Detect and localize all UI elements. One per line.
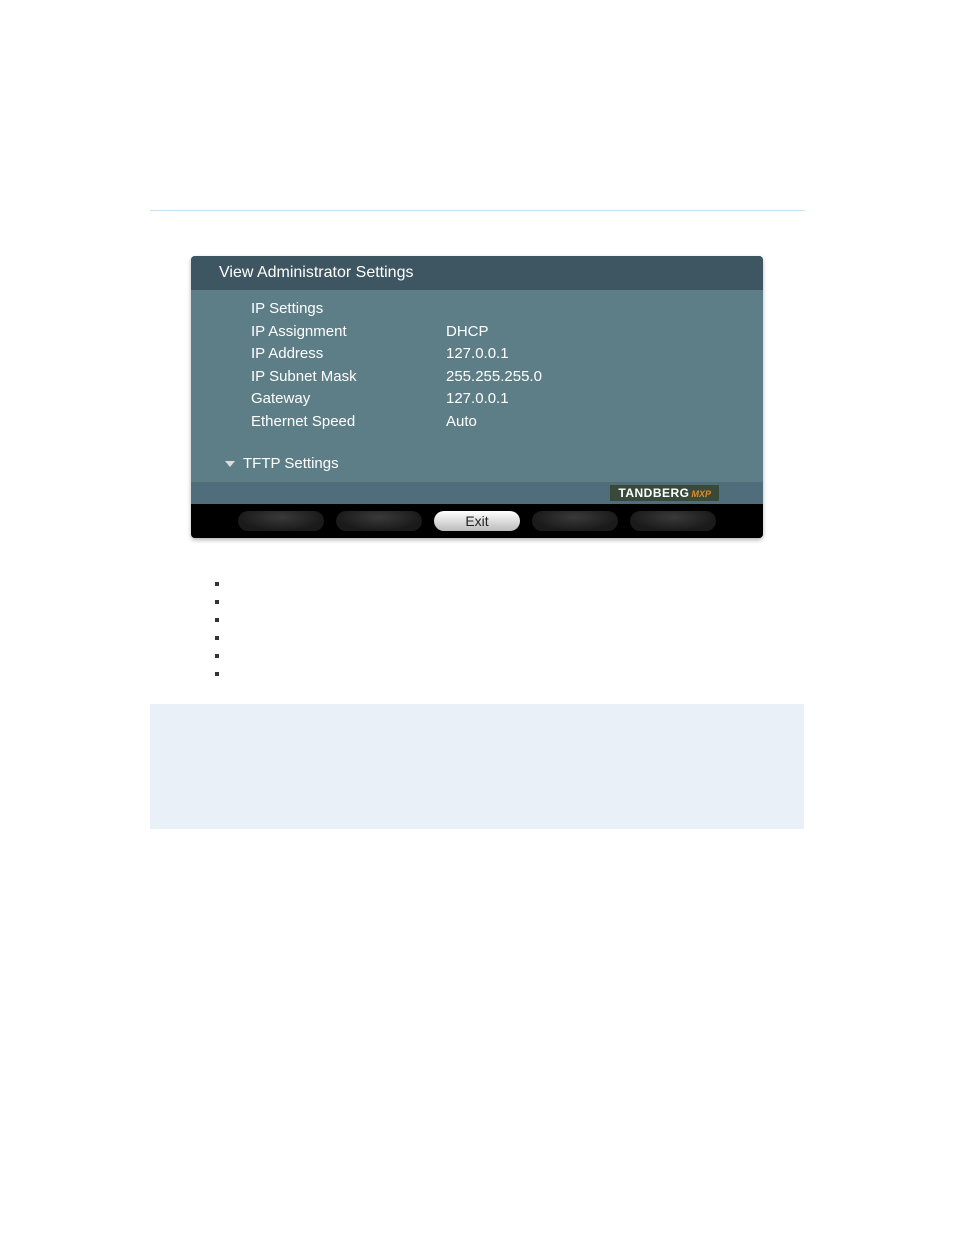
list-item <box>231 576 763 594</box>
setting-value: 127.0.0.1 <box>446 388 735 411</box>
setting-row: IP Assignment DHCP <box>251 321 735 344</box>
exit-button[interactable]: Exit <box>434 511 520 531</box>
settings-panel: View Administrator Settings IP Settings … <box>191 256 763 538</box>
list-item <box>231 612 763 630</box>
brand-main: TANDBERG <box>618 486 689 500</box>
setting-row: IP Address 127.0.0.1 <box>251 343 735 366</box>
empty-button[interactable] <box>238 511 324 531</box>
setting-value: 127.0.0.1 <box>446 343 735 366</box>
list-item <box>231 648 763 666</box>
collapse-label: TFTP Settings <box>243 455 339 472</box>
setting-label: IP Assignment <box>251 321 446 344</box>
button-strip: Exit <box>191 504 763 538</box>
divider <box>150 210 805 211</box>
settings-body: IP Settings IP Assignment DHCP IP Addres… <box>191 290 763 447</box>
setting-value: 255.255.255.0 <box>446 366 735 389</box>
brand-strip: TANDBERG MXP <box>191 482 763 504</box>
setting-label: Gateway <box>251 388 446 411</box>
chevron-down-icon <box>225 461 235 467</box>
list-item <box>231 594 763 612</box>
setting-value: Auto <box>446 411 735 434</box>
brand-sub: MXP <box>691 489 711 499</box>
setting-label: Ethernet Speed <box>251 411 446 434</box>
list-item <box>231 630 763 648</box>
empty-button[interactable] <box>630 511 716 531</box>
brand-badge: TANDBERG MXP <box>610 485 719 501</box>
highlight-block <box>150 704 804 829</box>
setting-row: Ethernet Speed Auto <box>251 411 735 434</box>
setting-label: IP Subnet Mask <box>251 366 446 389</box>
setting-row: IP Subnet Mask 255.255.255.0 <box>251 366 735 389</box>
exit-button-label: Exit <box>465 513 488 529</box>
bullet-list <box>191 576 763 684</box>
collapse-tftp-section[interactable]: TFTP Settings <box>191 447 763 482</box>
setting-label: IP Address <box>251 343 446 366</box>
empty-button[interactable] <box>336 511 422 531</box>
setting-value: DHCP <box>446 321 735 344</box>
setting-row: Gateway 127.0.0.1 <box>251 388 735 411</box>
section-title: IP Settings <box>251 298 446 321</box>
empty-button[interactable] <box>532 511 618 531</box>
panel-title: View Administrator Settings <box>191 256 763 290</box>
list-item <box>231 666 763 684</box>
